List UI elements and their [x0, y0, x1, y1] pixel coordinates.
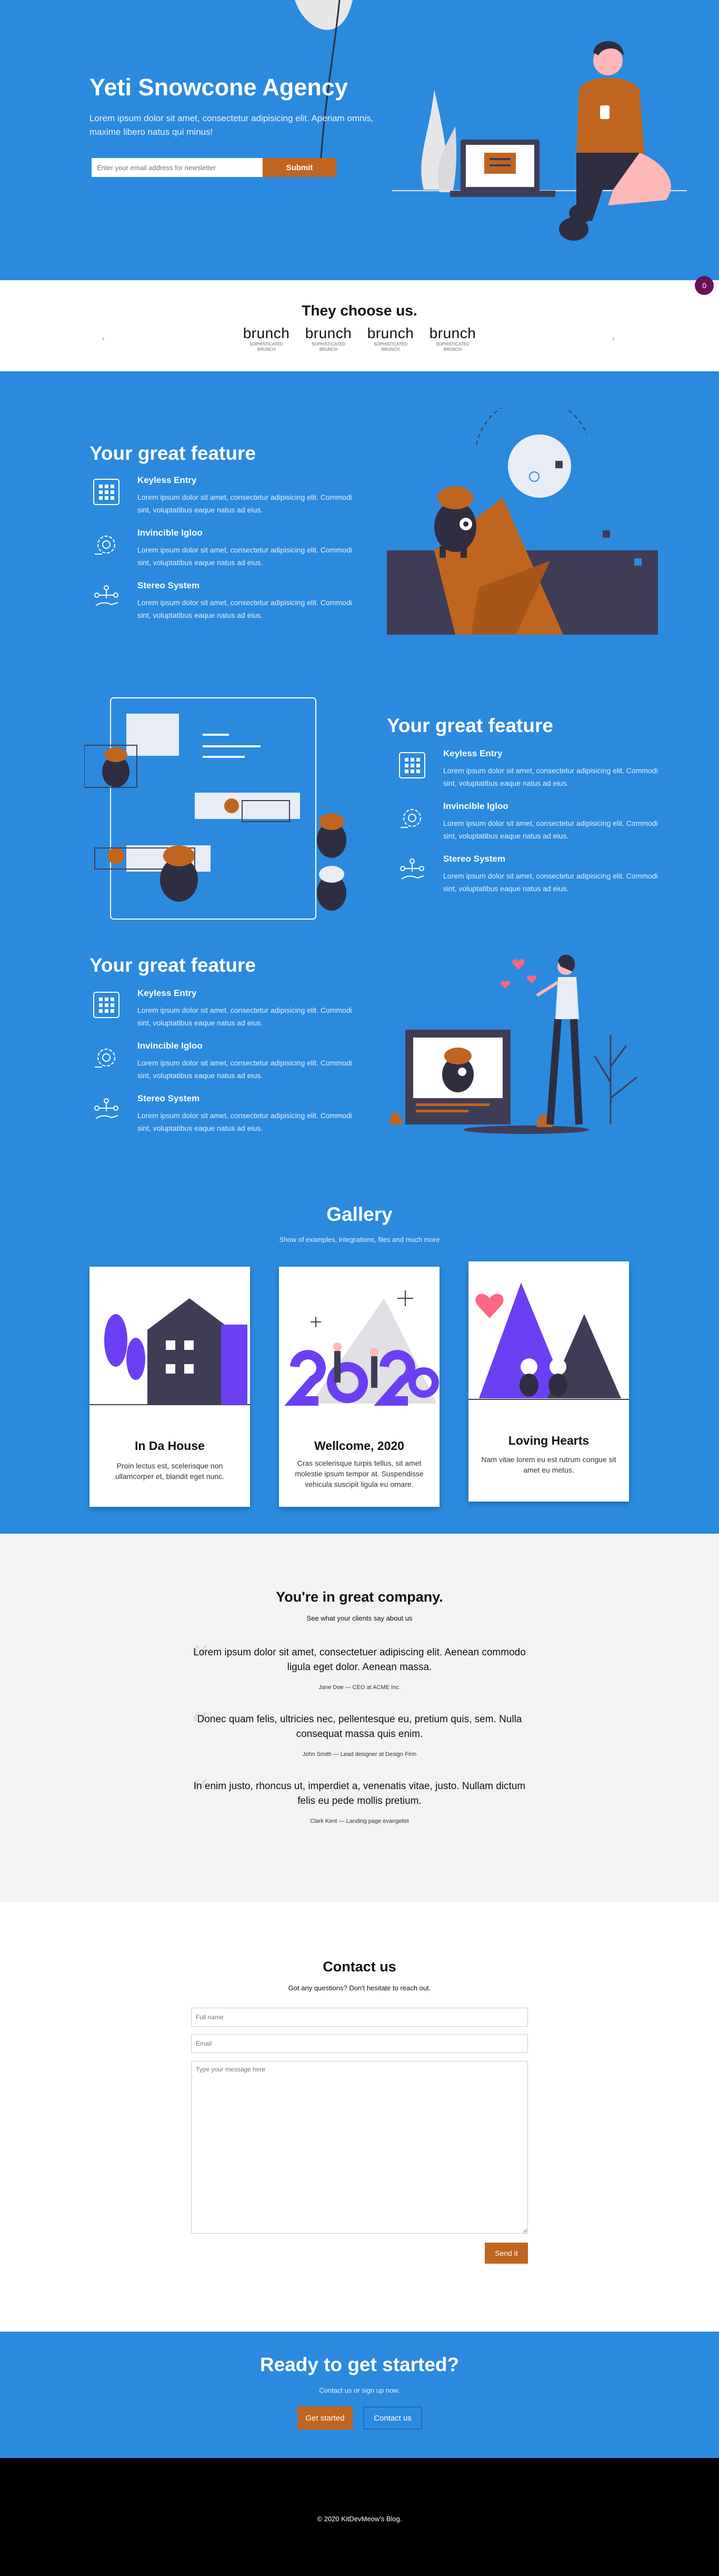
cta-title: Ready to get started? — [259, 2354, 460, 2375]
feature-illustration-ui-cards — [84, 697, 346, 920]
hero-title: Yeti Snowcone Agency — [89, 74, 348, 101]
gear-icon — [401, 809, 421, 828]
send-button[interactable]: Send it — [485, 2243, 528, 2264]
client-logo: brunch SOPHISTICATED BRUNCH — [367, 325, 414, 352]
gear-icon — [95, 536, 115, 555]
testimonial-author: John Smith — Lead designer at Design Fir… — [302, 1751, 417, 1758]
keypad-icon — [93, 992, 119, 1018]
card-title: In Da House — [135, 1439, 205, 1453]
gallery-card[interactable]: Wellcome, 2020 Cras scelerisque turpis t… — [279, 1267, 440, 1507]
feature-item-text: Lorem ipsum dolor sit amet, consectetur … — [137, 493, 352, 514]
feature-item-title: Keyless Entry — [137, 475, 197, 485]
contact-us-button[interactable]: Contact us — [363, 2406, 422, 2430]
card-text: Nam vitae lorem eu est rutrum congue sit… — [481, 1455, 616, 1474]
client-logo: brunch SOPHISTICATED BRUNCH — [429, 325, 476, 352]
testimonial: Lorem ipsum dolor sit amet, consectetuer… — [189, 1645, 530, 1691]
testimonials-title: You're in great company. — [276, 1589, 443, 1605]
features-section: Your great feature Keyless Entry Lorem i… — [0, 371, 719, 1534]
network-hand-icon — [94, 585, 118, 606]
network-hand-icon — [400, 858, 424, 880]
feature-item-text: Lorem ipsum dolor sit amet, consectetur … — [137, 1111, 352, 1132]
contact-subtitle: Got any questions? Don't hesitate to rea… — [288, 1984, 431, 1992]
card-image-2020 — [279, 1267, 440, 1414]
client-logo: brunch SOPHISTICATED BRUNCH — [305, 325, 352, 352]
feature-title: Your great feature — [387, 715, 553, 736]
footer-copyright: © 2020 KitDevMeow's Blog. — [317, 2515, 402, 2523]
full-name-field[interactable] — [191, 2008, 528, 2027]
card-text: Proin lectus est, scelerisque non ullamc… — [115, 1462, 224, 1481]
hero-text: Lorem ipsum dolor sit amet, consectetur … — [89, 113, 374, 137]
gallery-title: Gallery — [326, 1203, 393, 1225]
feature-item-text: Lorem ipsum dolor sit amet, consectetur … — [443, 819, 658, 840]
feature-illustration-tv — [390, 954, 637, 1134]
testimonial-author: Jane Doe — CEO at ACME Inc. — [318, 1684, 401, 1691]
cta-section: Ready to get started? Contact us or sign… — [0, 2332, 719, 2458]
feature-item-title: Stereo System — [443, 854, 506, 864]
carousel-prev-icon[interactable]: ‹ — [102, 334, 105, 342]
testimonial-text: Donec quam felis, ultricies nec, pellent… — [197, 1714, 522, 1740]
feature-item-title: Stereo System — [137, 580, 200, 590]
network-hand-icon — [94, 1098, 118, 1119]
newsletter-submit-button[interactable]: Submit — [263, 158, 336, 177]
feature-item-text: Lorem ipsum dolor sit amet, consectetur … — [443, 872, 658, 893]
carousel-next-icon[interactable]: › — [612, 334, 615, 342]
testimonial: In enim justo, rhoncus ut, imperdiet a, … — [189, 1779, 530, 1824]
feature-title: Your great feature — [89, 954, 256, 976]
clients-title: They choose us. — [302, 302, 417, 319]
contact-section: Contact us Got any questions? Don't hesi… — [0, 1902, 719, 2332]
testimonial-text: In enim justo, rhoncus ut, imperdiet a, … — [193, 1781, 526, 1807]
feature-item-text: Lorem ipsum dolor sit amet, consectetur … — [443, 766, 658, 787]
card-text: Cras scelerisque turpis tellus, sit amet… — [295, 1459, 424, 1488]
feature-item-title: Invincible Igloo — [443, 801, 508, 811]
feature-item-text: Lorem ipsum dolor sit amet, consectetur … — [137, 1006, 352, 1027]
email-field[interactable] — [191, 2034, 528, 2053]
card-image-house — [89, 1267, 250, 1414]
card-image-hearts — [468, 1261, 629, 1409]
client-logo: brunch SOPHISTICATED BRUNCH — [243, 325, 290, 352]
keypad-icon — [399, 752, 425, 778]
gallery-card[interactable]: In Da House Proin lectus est, scelerisqu… — [89, 1267, 250, 1507]
hero-section: Yeti Snowcone Agency Lorem ipsum dolor s… — [0, 0, 719, 280]
feature-item-title: Keyless Entry — [137, 988, 197, 998]
contact-title: Contact us — [323, 1959, 396, 1975]
testimonial-text: Lorem ipsum dolor sit amet, consectetuer… — [193, 1647, 526, 1673]
hero-person-illustration — [392, 41, 687, 241]
feature-item-title: Keyless Entry — [443, 748, 503, 758]
testimonial-author: Clark Kent — Landing page evangelist — [310, 1818, 409, 1824]
keypad-icon — [93, 479, 119, 505]
footer: © 2020 KitDevMeow's Blog. — [0, 2458, 719, 2576]
message-textarea[interactable] — [191, 2061, 528, 2234]
gallery-card[interactable]: Loving Hearts Nam vitae lorem eu est rut… — [468, 1261, 629, 1502]
gallery-subtitle: Show of examples, integrations, files an… — [279, 1236, 440, 1243]
newsletter-email-input[interactable] — [92, 158, 263, 177]
feature-illustration-mountain — [387, 408, 658, 635]
feature-item-title: Invincible Igloo — [137, 1041, 203, 1051]
feature-item-text: Lorem ipsum dolor sit amet, consectetur … — [137, 546, 352, 567]
feature-item-text: Lorem ipsum dolor sit amet, consectetur … — [137, 1059, 352, 1080]
feature-title: Your great feature — [89, 442, 256, 464]
feature-item-title: Invincible Igloo — [137, 528, 203, 538]
notification-badge[interactable]: 0 — [695, 276, 714, 295]
clients-section: They choose us. ‹ › brunch SOPHISTICATED … — [0, 280, 719, 371]
card-title: Wellcome, 2020 — [314, 1439, 404, 1453]
feature-item-text: Lorem ipsum dolor sit amet, consectetur … — [137, 598, 352, 619]
cta-subtitle: Contact us or sign up now. — [319, 2386, 400, 2394]
testimonials-section: You're in great company. See what your c… — [0, 1534, 719, 1902]
testimonial: Donec quam felis, ultricies nec, pellent… — [189, 1712, 530, 1758]
testimonials-subtitle: See what your clients say about us — [306, 1614, 413, 1622]
feature-item-title: Stereo System — [137, 1093, 200, 1103]
card-title: Loving Hearts — [508, 1434, 590, 1447]
get-started-button[interactable]: Get started — [297, 2406, 353, 2430]
gear-icon — [95, 1049, 115, 1068]
